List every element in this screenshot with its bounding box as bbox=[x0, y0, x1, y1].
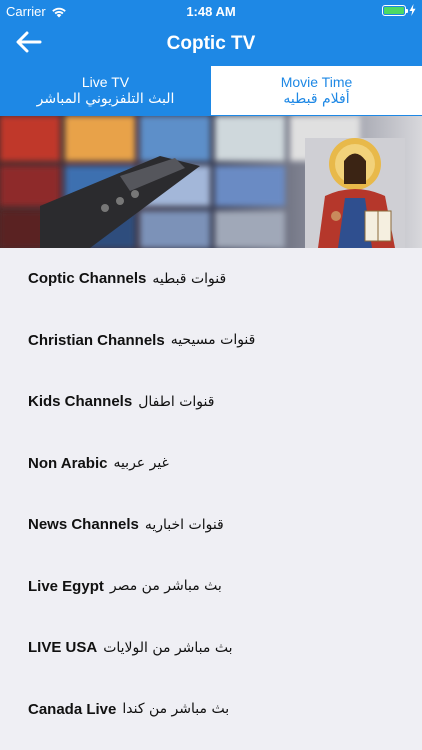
list-item-label-ar: غير عربيه bbox=[113, 455, 169, 472]
list-item-label-ar: قنوات قبطيه bbox=[152, 270, 227, 287]
list-item-non-arabic[interactable]: Non Arabic غير عربيه bbox=[0, 433, 422, 495]
list-item-label-ar: قنوات مسيحيه bbox=[170, 332, 256, 349]
list-item-label-ar: قنوات اطفال bbox=[138, 393, 215, 410]
list-item-label-en: Non Arabic bbox=[28, 454, 108, 472]
tv-wall-image bbox=[0, 116, 422, 248]
tab-live-tv-sublabel: البث التلفزيوني المباشر bbox=[36, 91, 175, 107]
list-item-label-en: Coptic Channels bbox=[28, 270, 147, 288]
tab-movie-time-sublabel: أفلام قبطيه bbox=[283, 90, 350, 107]
list-item-label-ar: بث مباشر من الولايات bbox=[103, 639, 233, 656]
list-item-canada-live[interactable]: Canada Live بث مباشر من كندا bbox=[0, 679, 422, 741]
tab-live-tv[interactable]: Live TV البث التلفزيوني المباشر bbox=[0, 66, 211, 116]
list-item-coptic-channels[interactable]: Coptic Channels قنوات قبطيه bbox=[0, 248, 422, 310]
list-item-label-en: News Channels bbox=[28, 516, 139, 534]
list-item-kids-channels[interactable]: Kids Channels قنوات اطفال bbox=[0, 371, 422, 433]
tab-live-tv-label: Live TV bbox=[81, 74, 130, 90]
list-item-live-egypt[interactable]: Live Egypt بث مباشر من مصر bbox=[0, 556, 422, 618]
list-item-label-en: Kids Channels bbox=[28, 393, 133, 411]
tab-movie-time[interactable]: Movie Time أفلام قبطيه bbox=[211, 66, 422, 116]
list-item-live-usa[interactable]: LIVE USA بث مباشر من الولايات bbox=[0, 617, 422, 679]
list-item-label-en: Canada Live bbox=[28, 700, 117, 718]
list-item-label-en: Christian Channels bbox=[28, 331, 165, 349]
list-item-christian-channels[interactable]: Christian Channels قنوات مسيحيه bbox=[0, 310, 422, 372]
channel-list: Coptic Channels قنوات قبطيه Christian Ch… bbox=[0, 248, 422, 750]
tab-movie-time-label: Movie Time bbox=[280, 73, 353, 90]
tab-bar: Live TV البث التلفزيوني المباشر Movie Ti… bbox=[0, 66, 422, 116]
navigation-bar: Coptic TV bbox=[0, 22, 422, 66]
list-item-news-channels[interactable]: News Channels قنوات اخباريه bbox=[0, 494, 422, 556]
list-item-label-en: LIVE USA bbox=[28, 639, 98, 657]
list-item-label-ar: قنوات اخباريه bbox=[144, 516, 224, 533]
battery-group bbox=[382, 4, 416, 16]
charging-bolt-icon bbox=[409, 4, 416, 16]
page-title: Coptic TV bbox=[166, 33, 256, 54]
list-item-label-ar: بث مباشر من كندا bbox=[122, 701, 230, 718]
banner-image bbox=[0, 116, 422, 248]
list-item-label-ar: بث مباشر من مصر bbox=[109, 578, 222, 595]
battery-icon bbox=[382, 4, 408, 16]
status-bar: Carrier 1:48 AM bbox=[0, 0, 422, 22]
christ-icon-image bbox=[305, 138, 405, 248]
list-item-label-en: Live Egypt bbox=[28, 577, 104, 595]
status-time: 1:48 AM bbox=[186, 4, 236, 19]
